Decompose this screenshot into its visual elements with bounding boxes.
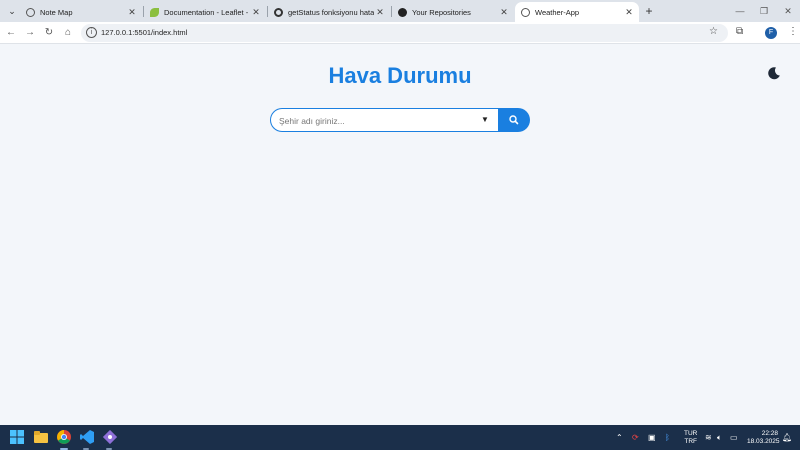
minimize-button[interactable]: —	[728, 3, 752, 19]
tab-title: Your Repositories	[412, 7, 471, 17]
tab-getstatus[interactable]: getStatus fonksiyonu hatası ✕	[268, 2, 390, 22]
forward-button[interactable]: →	[22, 25, 38, 41]
close-tab-icon[interactable]: ✕	[250, 7, 262, 18]
file-explorer-icon[interactable]	[34, 430, 48, 444]
reload-button[interactable]: ↻	[41, 25, 57, 41]
search-bar: ▼	[270, 108, 530, 132]
tab-leaflet-docs[interactable]: Documentation - Leaflet - a Ja ✕	[144, 2, 266, 22]
keyboard-layout: TRF	[684, 438, 697, 445]
tab-weather-app[interactable]: Weather-App ✕	[515, 2, 639, 22]
site-info-icon[interactable]: i	[86, 27, 97, 38]
tab-note-map[interactable]: Note Map ✕	[20, 2, 142, 22]
show-hidden-icons-chevron-icon[interactable]: ⌃	[616, 433, 623, 442]
sync-icon[interactable]: ⟳	[632, 433, 639, 442]
tab-title: Note Map	[40, 7, 73, 17]
notifications-icon[interactable]: 🔔︎	[782, 433, 792, 442]
city-combobox: ▼	[270, 108, 500, 132]
tab-search-icon[interactable]: ⌄	[4, 3, 20, 19]
globe-icon	[521, 7, 530, 17]
home-button[interactable]: ⌂	[60, 25, 76, 41]
close-tab-icon[interactable]: ✕	[623, 7, 635, 18]
volume-icon[interactable]: 🔈︎	[717, 433, 722, 443]
language-code: TUR	[684, 430, 698, 437]
new-tab-button[interactable]: +	[642, 3, 656, 19]
leaf-icon	[150, 7, 159, 17]
close-window-button[interactable]: ✕	[776, 3, 800, 19]
tab-title: getStatus fonksiyonu hatası	[288, 7, 374, 17]
moon-icon[interactable]	[767, 66, 781, 80]
search-icon	[509, 115, 519, 125]
windows-taskbar: ⌃ ⟳ ▣ ᛒ TUR TRF ≋ 🔈︎ ▭ 22:28 18.03.2025 …	[0, 425, 800, 450]
address-url: 127.0.0.1:5501/index.html	[101, 28, 188, 37]
chatgpt-icon	[274, 7, 283, 17]
github-icon	[398, 7, 407, 17]
windows-start-icon[interactable]	[10, 430, 24, 444]
page-title: Hava Durumu	[328, 63, 472, 88]
browser-menu-icon[interactable]: ⋮	[788, 26, 798, 37]
tab-your-repositories[interactable]: Your Repositories ✕	[392, 2, 514, 22]
back-button[interactable]: ←	[3, 25, 19, 41]
git-icon[interactable]	[103, 430, 117, 444]
tab-title: Documentation - Leaflet - a Ja	[164, 7, 250, 17]
clock-time: 22:28	[761, 430, 778, 437]
battery-icon[interactable]: ▭	[730, 433, 738, 442]
clock-date: 18.03.2025	[747, 438, 780, 445]
restore-button[interactable]: ❐	[752, 3, 776, 19]
profile-avatar[interactable]: F	[765, 27, 777, 39]
chrome-icon[interactable]	[57, 430, 71, 444]
address-bar[interactable]: i 127.0.0.1:5501/index.html	[81, 24, 728, 42]
browser-toolbar: ← → ↻ ⌂ i 127.0.0.1:5501/index.html ☆ ⧉	[0, 22, 800, 44]
vscode-icon[interactable]	[80, 430, 94, 444]
input-language-indicator[interactable]: TUR TRF	[684, 430, 697, 446]
dropdown-arrow-icon[interactable]: ▼	[481, 115, 489, 124]
close-tab-icon[interactable]: ✕	[126, 7, 138, 18]
tray-app-icon[interactable]: ▣	[648, 433, 656, 442]
bookmark-star-icon[interactable]: ☆	[709, 26, 718, 37]
tab-title: Weather-App	[535, 7, 580, 17]
tab-strip: ⌄ Note Map ✕ Documentation - Leaflet - a…	[0, 0, 800, 22]
close-tab-icon[interactable]: ✕	[374, 7, 386, 18]
bluetooth-icon[interactable]: ᛒ	[665, 433, 670, 442]
system-clock[interactable]: 22:28 18.03.2025	[747, 430, 780, 446]
close-tab-icon[interactable]: ✕	[498, 7, 510, 18]
globe-icon	[26, 7, 35, 17]
city-search-input[interactable]	[279, 112, 469, 129]
wifi-icon[interactable]: ≋	[705, 433, 712, 442]
extensions-icon[interactable]: ⧉	[736, 26, 743, 37]
search-button[interactable]	[498, 108, 530, 132]
